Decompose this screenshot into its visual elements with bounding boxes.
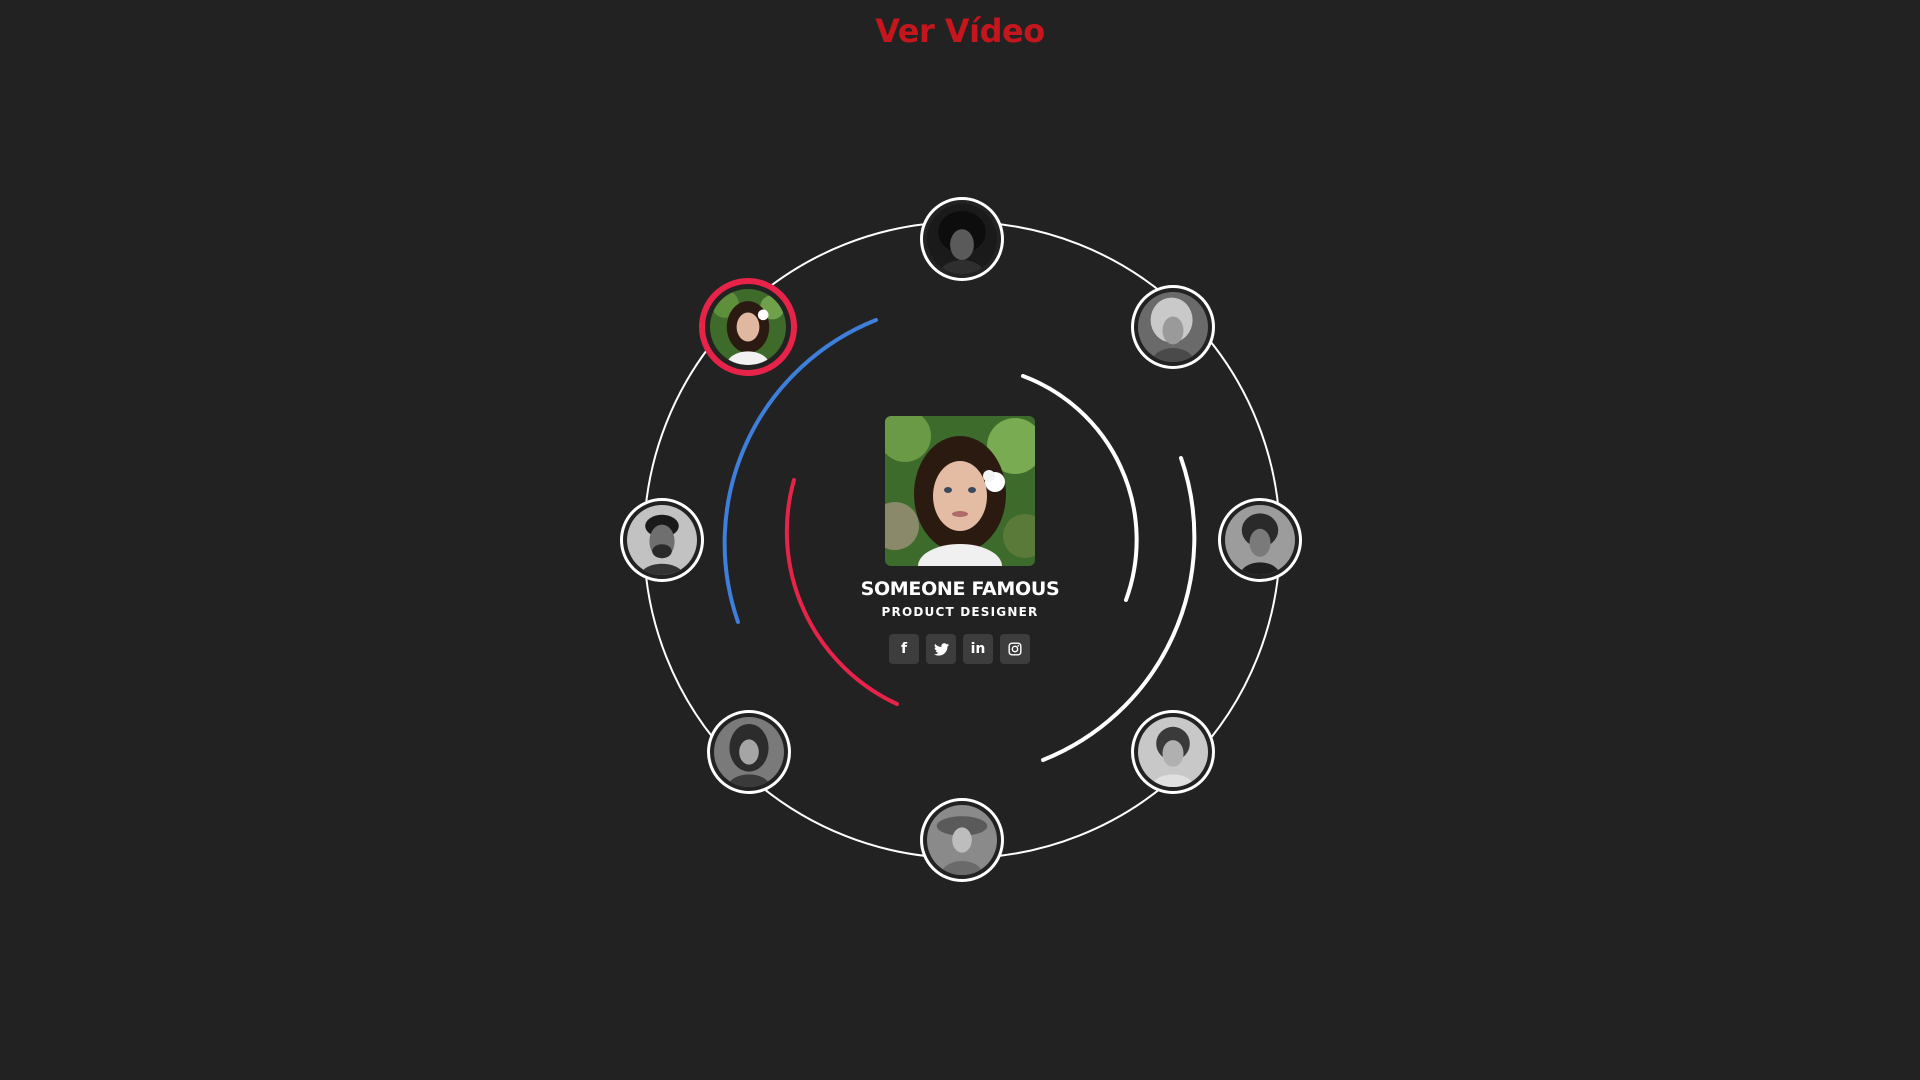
avatar-bottom-left[interactable]	[707, 710, 791, 794]
avatar-photo	[927, 805, 997, 875]
avatar-bottom[interactable]	[920, 798, 1004, 882]
instagram-icon[interactable]	[1000, 634, 1030, 664]
profile-name: SOMEONE FAMOUS	[860, 578, 1060, 600]
avatar-bottom-right[interactable]	[1131, 710, 1215, 794]
team-orbit: SOMEONE FAMOUS PRODUCT DESIGNER f in	[0, 0, 1920, 1080]
linkedin-icon[interactable]: in	[963, 634, 993, 664]
avatar-top[interactable]	[920, 197, 1004, 281]
twitter-icon[interactable]	[926, 634, 956, 664]
avatar-photo	[927, 204, 997, 274]
avatar-top-right[interactable]	[1131, 285, 1215, 369]
avatar-photo	[710, 289, 786, 365]
white-arc-inner	[1021, 374, 1139, 602]
facebook-icon[interactable]: f	[889, 634, 919, 664]
avatar-left[interactable]	[620, 498, 704, 582]
profile-role: PRODUCT DESIGNER	[881, 605, 1039, 619]
avatar-top-left-active[interactable]	[699, 278, 797, 376]
avatar-photo	[1225, 505, 1295, 575]
avatar-photo	[1138, 717, 1208, 787]
avatar-right[interactable]	[1218, 498, 1302, 582]
avatar-photo	[627, 505, 697, 575]
profile-photo	[885, 416, 1035, 566]
avatar-photo	[1138, 292, 1208, 362]
avatar-photo	[714, 717, 784, 787]
social-links: f in	[889, 634, 1030, 664]
